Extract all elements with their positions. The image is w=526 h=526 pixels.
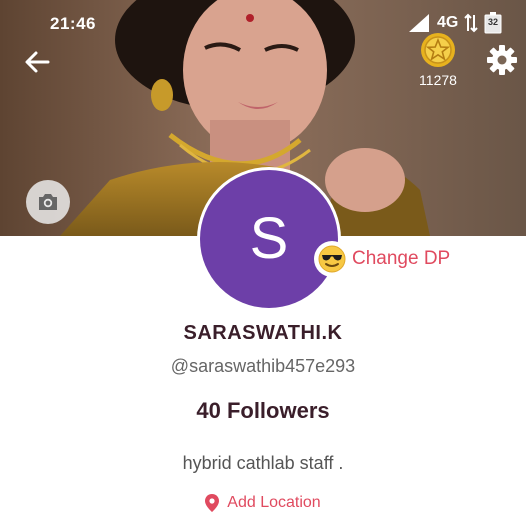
battery-level: 32 bbox=[487, 17, 498, 27]
add-location-label: Add Location bbox=[227, 494, 321, 511]
add-location-button[interactable]: Add Location bbox=[0, 494, 526, 512]
profile-screen: 21:46 4G 32 11278 S Change DP SARASWATHI… bbox=[0, 0, 526, 526]
avatar-letter: S bbox=[249, 206, 289, 271]
profile-name: SARASWATHI.K bbox=[183, 322, 343, 344]
coins-button[interactable]: 11278 bbox=[408, 32, 468, 90]
location-pin-icon bbox=[205, 494, 220, 512]
profile-handle: @saraswathib457e293 bbox=[170, 356, 356, 376]
change-cover-button[interactable] bbox=[26, 180, 70, 224]
status-time: 21:46 bbox=[50, 14, 96, 33]
sunglasses-emoji-icon bbox=[314, 241, 350, 277]
change-dp-button[interactable]: Change DP bbox=[314, 240, 450, 278]
back-button[interactable] bbox=[18, 42, 58, 82]
camera-icon bbox=[39, 194, 57, 210]
profile-avatar[interactable]: S bbox=[200, 170, 338, 308]
gear-icon bbox=[487, 45, 517, 75]
network-type: 4G bbox=[437, 14, 459, 31]
change-dp-label: Change DP bbox=[352, 248, 451, 269]
followers-count[interactable]: 40 Followers bbox=[0, 398, 526, 424]
settings-button[interactable] bbox=[484, 42, 520, 78]
data-arrows-icon bbox=[464, 13, 478, 33]
coin-count: 11278 bbox=[419, 72, 457, 88]
star-coin-icon bbox=[421, 33, 455, 67]
profile-bio: hybrid cathlab staff . bbox=[182, 453, 344, 473]
signal-strength-icon bbox=[409, 14, 429, 32]
arrow-left-icon bbox=[25, 51, 50, 73]
